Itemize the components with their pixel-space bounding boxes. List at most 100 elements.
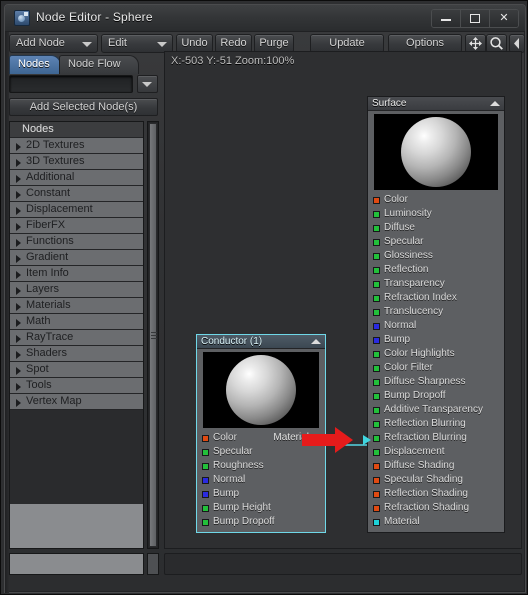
input-port-displacement[interactable]: Displacement — [368, 445, 504, 459]
search-input[interactable] — [9, 75, 133, 93]
input-port-normal[interactable]: Normal — [368, 319, 504, 333]
tree-item-constant[interactable]: Constant — [10, 186, 143, 202]
port-dot-icon[interactable] — [373, 323, 380, 330]
port-dot-icon[interactable] — [373, 267, 380, 274]
sidebar-bottom-scroll[interactable] — [147, 553, 159, 575]
port-dot-icon[interactable] — [373, 379, 380, 386]
input-port-specular-shading[interactable]: Specular Shading — [368, 473, 504, 487]
input-port-specular[interactable]: Specular — [368, 235, 504, 249]
input-port-bump-height[interactable]: Bump Height — [197, 501, 325, 515]
collapse-up-icon[interactable] — [311, 339, 321, 344]
expand-triangle-icon[interactable] — [16, 223, 21, 231]
tree-item-shaders[interactable]: Shaders — [10, 346, 143, 362]
expand-triangle-icon[interactable] — [16, 159, 21, 167]
port-dot-icon[interactable] — [373, 253, 380, 260]
collapse-up-icon[interactable] — [490, 101, 500, 106]
input-port-normal[interactable]: Normal — [197, 473, 325, 487]
input-port-bump-dropoff[interactable]: Bump Dropoff — [197, 515, 325, 529]
port-dot-icon[interactable] — [373, 281, 380, 288]
port-dot-icon[interactable] — [373, 309, 380, 316]
port-dot-icon[interactable] — [373, 463, 380, 470]
expand-triangle-icon[interactable] — [16, 207, 21, 215]
input-port-color-highlights[interactable]: Color Highlights — [368, 347, 504, 361]
node-canvas[interactable]: X:-503 Y:-51 Zoom:100% Surface Color Lumin… — [164, 51, 522, 549]
port-dot-icon[interactable] — [202, 477, 209, 484]
tree-scrollbar-thumb[interactable] — [149, 123, 157, 547]
expand-triangle-icon[interactable] — [16, 399, 21, 407]
input-port-reflection-shading[interactable]: Reflection Shading — [368, 487, 504, 501]
input-port-bump-dropoff[interactable]: Bump Dropoff — [368, 389, 504, 403]
port-dot-icon[interactable] — [373, 449, 380, 456]
expand-triangle-icon[interactable] — [16, 367, 21, 375]
expand-triangle-icon[interactable] — [16, 335, 21, 343]
close-button[interactable]: ✕ — [490, 10, 518, 27]
tree-item-math[interactable]: Math — [10, 314, 143, 330]
expand-triangle-icon[interactable] — [16, 191, 21, 199]
port-dot-icon[interactable] — [373, 239, 380, 246]
expand-triangle-icon[interactable] — [16, 319, 21, 327]
tab-node-flow[interactable]: Node Flow — [59, 55, 139, 74]
port-dot-icon[interactable] — [373, 393, 380, 400]
tree-item-item-info[interactable]: Item Info — [10, 266, 143, 282]
expand-triangle-icon[interactable] — [16, 351, 21, 359]
tree-item-tools[interactable]: Tools — [10, 378, 143, 394]
search-dropdown-button[interactable] — [137, 75, 158, 93]
tab-nodes[interactable]: Nodes — [9, 55, 61, 74]
input-port-reflection[interactable]: Reflection — [368, 263, 504, 277]
input-port-reflection-blurring[interactable]: Reflection Blurring — [368, 417, 504, 431]
port-dot-icon[interactable] — [373, 435, 380, 442]
tree-item-layers[interactable]: Layers — [10, 282, 143, 298]
expand-triangle-icon[interactable] — [16, 271, 21, 279]
input-port-material[interactable]: Material — [368, 515, 504, 529]
port-dot-icon[interactable] — [202, 435, 209, 442]
input-port-glossiness[interactable]: Glossiness — [368, 249, 504, 263]
expand-triangle-icon[interactable] — [16, 255, 21, 263]
port-dot-icon[interactable] — [202, 449, 209, 456]
port-dot-icon[interactable] — [202, 519, 209, 526]
port-dot-icon[interactable] — [202, 463, 209, 470]
port-dot-icon[interactable] — [373, 491, 380, 498]
expand-triangle-icon[interactable] — [16, 287, 21, 295]
input-port-bump[interactable]: Bump — [197, 487, 325, 501]
tree-item-fiberfx[interactable]: FiberFX — [10, 218, 143, 234]
port-dot-icon[interactable] — [373, 365, 380, 372]
tree-item-3d-textures[interactable]: 3D Textures — [10, 154, 143, 170]
port-dot-icon[interactable] — [373, 421, 380, 428]
port-dot-icon[interactable] — [373, 477, 380, 484]
add-selected-nodes-button[interactable]: Add Selected Node(s) — [9, 98, 158, 116]
port-dot-icon[interactable] — [373, 505, 380, 512]
node-header-surface[interactable]: Surface — [368, 97, 504, 111]
port-dot-icon[interactable] — [373, 211, 380, 218]
tree-item-spot[interactable]: Spot — [10, 362, 143, 378]
port-dot-icon[interactable] — [373, 337, 380, 344]
port-dot-icon[interactable] — [202, 505, 209, 512]
expand-triangle-icon[interactable] — [16, 175, 21, 183]
node-tree[interactable]: Nodes 2D Textures 3D Textures Additional Con… — [10, 122, 143, 548]
node-surface[interactable]: Surface Color Luminosity Diffuse Specular Glo… — [367, 96, 505, 533]
input-port-color-filter[interactable]: Color Filter — [368, 361, 504, 375]
input-port-color[interactable]: Color — [368, 193, 504, 207]
port-dot-icon[interactable] — [373, 197, 380, 204]
port-dot-icon[interactable] — [202, 491, 209, 498]
add-node-dropdown[interactable]: Add Node — [9, 34, 98, 53]
input-port-refraction-blurring[interactable]: Refraction Blurring — [368, 431, 504, 445]
minimize-button[interactable] — [432, 10, 461, 27]
tree-item-materials[interactable]: Materials — [10, 298, 143, 314]
input-port-refraction-index[interactable]: Refraction Index — [368, 291, 504, 305]
node-header-conductor[interactable]: Conductor (1) — [197, 335, 325, 349]
port-dot-icon[interactable] — [373, 351, 380, 358]
expand-triangle-icon[interactable] — [16, 303, 21, 311]
input-port-bump[interactable]: Bump — [368, 333, 504, 347]
input-port-transparency[interactable]: Transparency — [368, 277, 504, 291]
input-port-additive-transparency[interactable]: Additive Transparency — [368, 403, 504, 417]
tree-item-functions[interactable]: Functions — [10, 234, 143, 250]
tree-item-vertex-map[interactable]: Vertex Map — [10, 394, 143, 410]
expand-triangle-icon[interactable] — [16, 239, 21, 247]
port-dot-icon[interactable] — [373, 407, 380, 414]
input-port-diffuse-shading[interactable]: Diffuse Shading — [368, 459, 504, 473]
input-port-diffuse[interactable]: Diffuse — [368, 221, 504, 235]
maximize-button[interactable] — [461, 10, 490, 27]
tree-item-2d-textures[interactable]: 2D Textures — [10, 138, 143, 154]
edit-dropdown[interactable]: Edit — [101, 34, 173, 53]
input-port-diffuse-sharpness[interactable]: Diffuse Sharpness — [368, 375, 504, 389]
